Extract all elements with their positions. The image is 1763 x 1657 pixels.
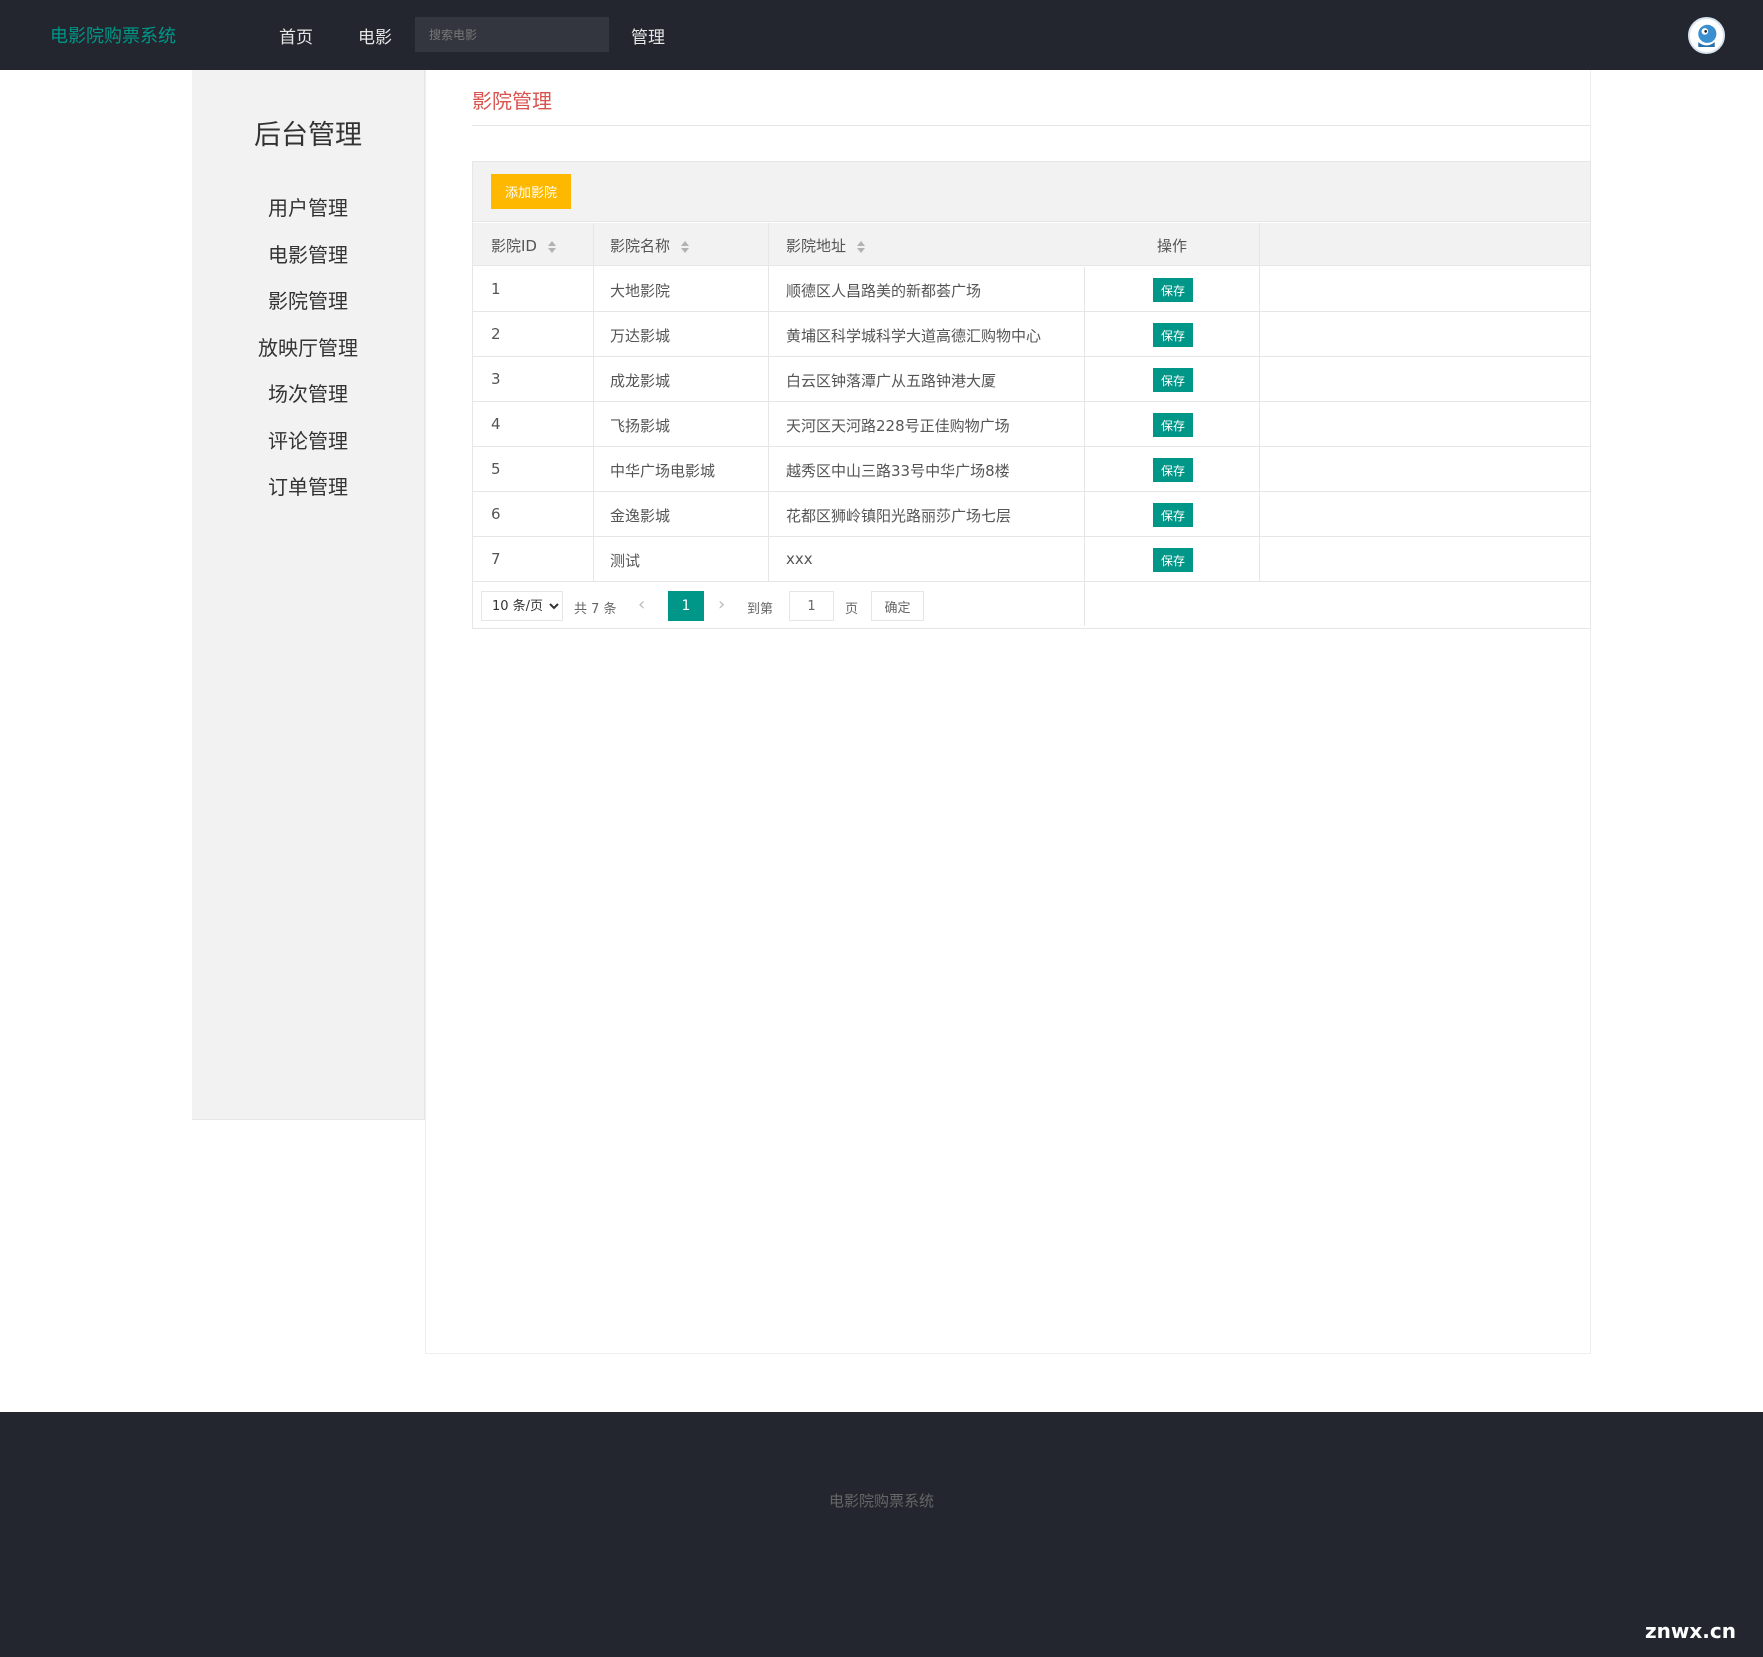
- sort-icon: [547, 240, 556, 253]
- column-header-label: 影院ID: [491, 237, 537, 255]
- cinema-name-cell: 万达影城: [610, 327, 671, 345]
- column-header-label: 影院名称: [610, 237, 671, 255]
- cinema-address-cell: xxx: [786, 550, 813, 568]
- sort-icon: [857, 240, 866, 253]
- cinema-name-cell: 飞扬影城: [610, 417, 671, 435]
- cinema-id-cell: 2: [491, 325, 501, 343]
- column-header-address[interactable]: 影院地址: [786, 235, 866, 256]
- cinema-name-cell: 中华广场电影城: [610, 462, 716, 480]
- avatar-icon: [1690, 19, 1723, 52]
- table-row: 7 测试 xxx 保存: [473, 537, 1590, 582]
- cinema-name-cell: 测试: [610, 552, 641, 570]
- goto-page-input[interactable]: [789, 591, 834, 621]
- cinema-address-cell: 白云区钟落潭广从五路钟港大厦: [786, 372, 997, 390]
- cinema-address-cell: 顺德区人昌路美的新都荟广场: [786, 282, 982, 300]
- column-header-name[interactable]: 影院名称: [610, 235, 690, 256]
- search-input[interactable]: [415, 17, 609, 52]
- sidebar-item-cinemas[interactable]: 影院管理: [192, 285, 424, 314]
- save-button[interactable]: 保存: [1153, 548, 1193, 572]
- save-button[interactable]: 保存: [1153, 323, 1193, 347]
- page-unit-label: 页: [845, 602, 859, 617]
- column-header-label: 影院地址: [786, 237, 847, 255]
- save-button[interactable]: 保存: [1153, 368, 1193, 392]
- sidebar-item-users[interactable]: 用户管理: [192, 192, 424, 221]
- sidebar-title: 后台管理: [254, 120, 362, 151]
- save-button[interactable]: 保存: [1153, 503, 1193, 527]
- cinema-id-cell: 4: [491, 415, 501, 433]
- top-navbar: 电影院购票系统 首页 电影 管理: [0, 0, 1763, 70]
- table-row: 2 万达影城 黄埔区科学城科学大道高德汇购物中心 保存: [473, 312, 1590, 357]
- cinema-address-cell: 越秀区中山三路33号中华广场8楼: [786, 462, 1010, 480]
- cinema-id-cell: 5: [491, 460, 501, 478]
- sidebar-item-halls[interactable]: 放映厅管理: [192, 332, 424, 361]
- save-button[interactable]: 保存: [1153, 413, 1193, 437]
- pagination: 10 条/页 共 7 条 ‹ 1 › 到第 页 确定: [473, 582, 1590, 629]
- avatar[interactable]: [1688, 17, 1725, 54]
- nav-movies[interactable]: 电影: [358, 23, 392, 48]
- nav-admin[interactable]: 管理: [631, 23, 665, 48]
- cinema-id-cell: 1: [491, 280, 501, 298]
- table-row: 6 金逸影城 花都区狮岭镇阳光路丽莎广场七层 保存: [473, 492, 1590, 537]
- next-page-icon[interactable]: ›: [718, 594, 725, 615]
- table-row: 3 成龙影城 白云区钟落潭广从五路钟港大厦 保存: [473, 357, 1590, 402]
- current-page-button[interactable]: 1: [668, 591, 704, 621]
- brand-logo[interactable]: 电影院购票系统: [50, 22, 176, 48]
- save-button[interactable]: 保存: [1153, 458, 1193, 482]
- prev-page-icon[interactable]: ‹: [638, 594, 645, 615]
- goto-label: 到第: [747, 602, 774, 617]
- cinema-id-cell: 3: [491, 370, 501, 388]
- cinema-id-cell: 6: [491, 505, 501, 523]
- total-count: 共 7 条: [574, 602, 617, 617]
- cinema-name-cell: 大地影院: [610, 282, 671, 300]
- column-header-id[interactable]: 影院ID: [491, 235, 557, 256]
- footer-text: 电影院购票系统: [828, 1492, 934, 1510]
- page-size-select[interactable]: 10 条/页: [481, 591, 563, 621]
- sidebar-item-movies[interactable]: 电影管理: [192, 239, 424, 268]
- nav-home[interactable]: 首页: [279, 23, 313, 48]
- footer: 电影院购票系统 znwx.cn: [0, 1412, 1763, 1657]
- table-toolbar: 添加影院: [473, 162, 1590, 222]
- table-row: 1 大地影院 顺德区人昌路美的新都荟广场 保存: [473, 267, 1590, 312]
- add-cinema-button[interactable]: 添加影院: [491, 174, 571, 209]
- cinema-address-cell: 花都区狮岭镇阳光路丽莎广场七层: [786, 507, 1012, 525]
- column-header-action: 操作: [1157, 237, 1188, 255]
- watermark: znwx.cn: [1645, 1619, 1736, 1643]
- goto-confirm-button[interactable]: 确定: [871, 591, 924, 621]
- sidebar-item-sessions[interactable]: 场次管理: [192, 378, 424, 407]
- page-title: 影院管理: [472, 89, 552, 113]
- sidebar-item-orders[interactable]: 订单管理: [192, 471, 424, 500]
- cinema-table: 添加影院 影院ID 影院名称 影院地址 操作 1 大地影院 顺德区人昌路美的新都荟广…: [472, 161, 1591, 629]
- cinema-name-cell: 金逸影城: [610, 507, 671, 525]
- table-row: 4 飞扬影城 天河区天河路228号正佳购物广场 保存: [473, 402, 1590, 447]
- cinema-id-cell: 7: [491, 550, 501, 568]
- admin-sidebar: 后台管理 用户管理 电影管理 影院管理 放映厅管理 场次管理 评论管理 订单管理: [192, 70, 425, 1120]
- title-divider: [472, 125, 1590, 126]
- save-button[interactable]: 保存: [1153, 278, 1193, 302]
- sidebar-item-comments[interactable]: 评论管理: [192, 425, 424, 454]
- sort-icon: [681, 240, 690, 253]
- table-header: 影院ID 影院名称 影院地址 操作: [473, 223, 1590, 266]
- cinema-name-cell: 成龙影城: [610, 372, 671, 390]
- cinema-address-cell: 黄埔区科学城科学大道高德汇购物中心: [786, 327, 1042, 345]
- table-row: 5 中华广场电影城 越秀区中山三路33号中华广场8楼 保存: [473, 447, 1590, 492]
- cinema-address-cell: 天河区天河路228号正佳购物广场: [786, 417, 1010, 435]
